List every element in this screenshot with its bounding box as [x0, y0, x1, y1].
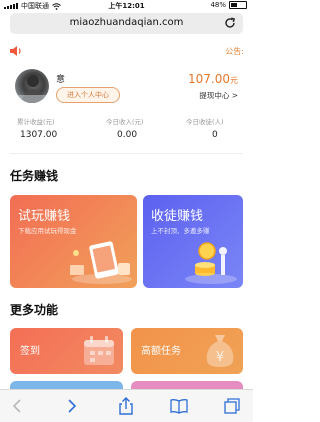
forward-icon[interactable]: [62, 397, 80, 415]
withdraw-center-link[interactable]: 提现中心 >: [199, 90, 238, 101]
avatar[interactable]: [15, 69, 49, 103]
status-bar: 中国联通 上午12:01 48%: [0, 0, 253, 12]
username: 意: [56, 75, 66, 85]
stat-value-total: 1307.00: [20, 130, 58, 140]
coins-illustration-icon: [185, 242, 237, 284]
avatar-image: [15, 75, 49, 103]
balance-unit: 元: [230, 76, 238, 85]
share-icon[interactable]: [117, 397, 135, 415]
tabs-icon[interactable]: [223, 397, 241, 415]
speaker-icon: [10, 46, 21, 56]
trial-earn-card[interactable]: 试玩赚钱 下载应用试玩得现金: [10, 195, 137, 288]
phone-illustration-icon: [70, 241, 132, 284]
trial-earn-title: 试玩赚钱: [18, 209, 71, 224]
stat-value-today-income: 0.00: [117, 130, 138, 140]
back-icon[interactable]: [9, 397, 27, 415]
bookmarks-icon[interactable]: [170, 397, 188, 415]
section-title-tasks: 任务赚钱: [10, 169, 59, 183]
divider: [10, 153, 243, 154]
address-bar[interactable]: miaozhuandaqian.com: [10, 13, 243, 34]
invite-earn-subtitle: 上不封顶、多邀多赚: [151, 227, 210, 235]
invite-earn-card[interactable]: 收徒赚钱 上不封顶、多邀多赚: [143, 195, 243, 288]
svg-text:¥: ¥: [216, 350, 224, 365]
sign-in-button[interactable]: 签到: [10, 328, 123, 374]
personal-center-button[interactable]: 进入个人中心: [56, 87, 120, 103]
battery-percent: 48%: [210, 1, 226, 9]
trial-earn-subtitle: 下载应用试玩得现金: [18, 227, 77, 235]
browser-toolbar: [0, 389, 253, 422]
stat-label-today-apprentice: 今日收徒(人): [186, 118, 224, 126]
reload-icon[interactable]: [223, 16, 237, 30]
section-title-more: 更多功能: [10, 303, 59, 317]
calendar-icon: [84, 336, 114, 365]
notice-label: 公告:: [225, 47, 244, 56]
sign-in-label: 签到: [20, 346, 40, 357]
stat-label-total: 累计收益(元): [17, 118, 55, 126]
invite-earn-title: 收徒赚钱: [151, 209, 204, 224]
balance-amount: 107.00元: [188, 72, 238, 86]
balance-value: 107.00: [188, 72, 230, 86]
battery-icon: [229, 1, 247, 9]
battery-info: 48%: [210, 1, 247, 9]
url-text: miaozhuandaqian.com: [69, 17, 184, 28]
stat-value-today-apprentice: 0: [212, 130, 218, 140]
notice-bar[interactable]: 公告:: [0, 42, 253, 60]
stat-label-today-income: 今日收入(元): [106, 118, 144, 126]
high-reward-task-button[interactable]: 高额任务 ¥: [131, 328, 243, 374]
money-bag-icon: ¥: [206, 335, 234, 367]
high-reward-task-label: 高额任务: [141, 346, 181, 357]
